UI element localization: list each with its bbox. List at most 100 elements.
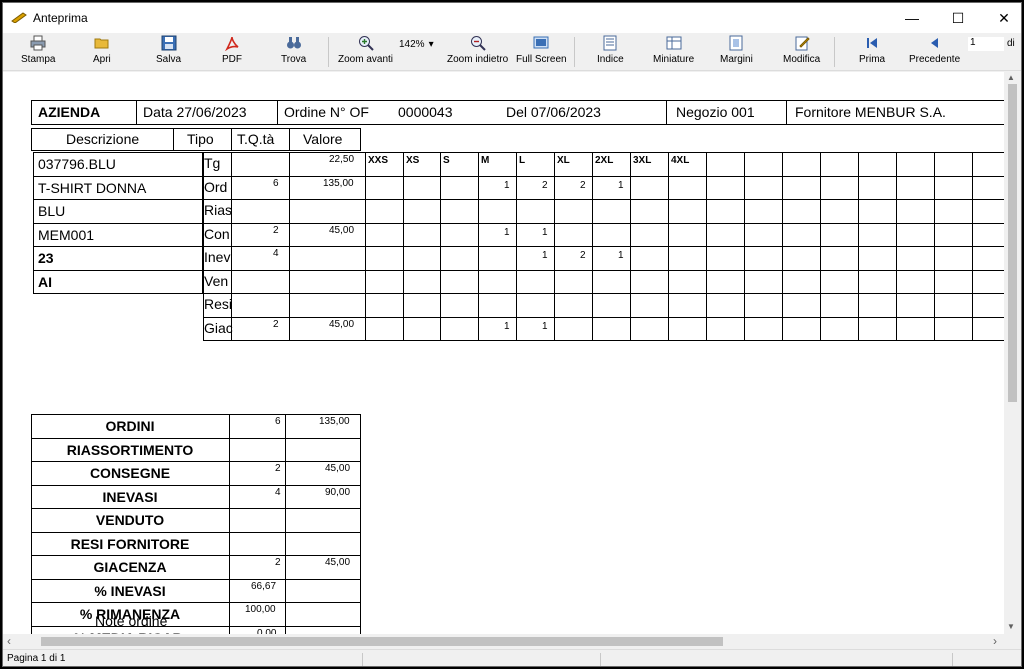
pdf-label: PDF [222,54,242,65]
row-type: Ord [204,178,228,195]
full-screen-button[interactable]: Full Screen [516,35,567,69]
title-bar: Anteprima — ☐ ✕ [3,3,1021,33]
row-quantity: 2 [273,224,279,236]
vertical-scroll-thumb[interactable] [1008,84,1017,402]
toolbar-separator [574,37,575,67]
edit-button[interactable]: Modifica [783,35,820,69]
order-date: Data 27/06/2023 [143,104,247,120]
row-value: 45,00 [329,318,355,330]
scroll-right-icon[interactable]: › [993,634,997,648]
header-divider [786,100,787,125]
grid-col-line [820,152,821,340]
grid-row-line [203,199,1005,200]
print-button[interactable]: Stampa [21,35,55,69]
summary-label: RESI FORNITORE [70,535,190,552]
full-screen-icon [533,36,549,49]
save-label: Salva [156,54,182,65]
grid-col-line [403,152,404,340]
pdf-button[interactable]: PDF [222,35,242,69]
print-label: Stampa [21,54,56,65]
size-heading: 4XL [671,155,690,166]
open-button[interactable]: Apri [93,35,111,69]
open-label: Apri [93,54,111,65]
minimize-button[interactable]: — [889,3,935,33]
grid-col-line [478,152,479,340]
grid-row-line [203,269,1005,271]
article-line: AI [38,273,52,290]
grid-row-line [203,152,1005,153]
edit-label: Modifica [783,54,821,65]
zoom-value: 142% [399,39,425,50]
grid-col-line [744,152,745,340]
summary-row-line [31,625,361,627]
horizontal-scrollbar[interactable]: ‹ › [3,634,1005,649]
first-page-button[interactable]: Prima [859,35,885,69]
grid-col-line [592,152,593,340]
previous-page-button[interactable]: Precedente [909,35,960,69]
grid-col-line [440,152,441,340]
column-header-divider [289,128,290,151]
page-of-label: di [1007,38,1015,49]
index-button[interactable]: Indice [597,35,624,69]
horizontal-scroll-thumb[interactable] [41,637,723,646]
summary-quantity: 6 [275,416,281,427]
vertical-scrollbar[interactable]: ▲ ▼ [1004,72,1021,634]
summary-row-line [31,484,361,486]
scroll-left-icon[interactable]: ‹ [7,634,11,648]
summary-row-line [31,578,361,580]
status-pane [601,653,953,666]
row-quantity: 6 [273,177,279,189]
grid-col-line [516,152,517,340]
row-type: Giac [204,319,233,336]
summary-quantity: 4 [275,486,281,498]
size-quantity-cell: 1 [618,250,624,261]
preview-window: Anteprima — ☐ ✕ Stampa Apri Salva PDF Tr… [2,2,1022,667]
status-bar: Pagina 1 di 1 [3,649,1021,666]
summary-row-line [31,602,361,603]
thumbnails-button[interactable]: Miniature [653,35,694,69]
summary-quantity: 66,67 [251,580,277,592]
row-quantity: 4 [273,248,279,259]
find-button[interactable]: Trova [281,35,306,69]
margins-icon [729,35,743,51]
edit-icon [795,36,810,51]
zoom-in-button[interactable]: Zoom avanti [338,35,393,69]
row-value: 45,00 [329,224,355,236]
zoom-select[interactable]: 142% ▾ [399,39,434,50]
size-heading: XL [557,155,570,166]
size-heading: 3XL [633,155,652,166]
summary-label: CONSEGNE [89,465,171,481]
article-line-divider [33,175,203,177]
margins-label: Margini [720,54,753,65]
article-line: 037796.BLU [38,156,116,172]
page-number-input[interactable]: 1 [968,37,1004,51]
thumbnails-label: Miniature [653,54,695,65]
maximize-button[interactable]: ☐ [935,3,981,33]
size-quantity-cell: 1 [504,179,510,191]
supplier: Fornitore MENBUR S.A. [795,104,946,120]
grid-col-line [972,152,973,340]
scroll-up-icon[interactable]: ▲ [1007,73,1015,82]
row-type: Rias [204,202,233,218]
close-button[interactable]: ✕ [981,3,1021,33]
chevron-down-icon: ▾ [428,39,434,50]
grid-row-line [203,316,1005,318]
preview-canvas[interactable]: AZIENDA Data 27/06/2023 Ordine N° OF 000004… [3,72,1005,634]
previous-page-label: Precedente [909,54,961,65]
size-heading: S [443,155,450,166]
margins-button[interactable]: Margini [720,35,753,69]
zoom-out-label: Zoom indietro [447,54,509,65]
order-notes-label: Note ordine [95,613,168,629]
column-header-divider [173,128,174,151]
size-quantity-cell: 2 [580,250,586,261]
grid-col-line [554,152,555,340]
pdf-icon [225,36,239,51]
row-type: Inev [204,249,231,265]
save-button[interactable]: Salva [156,35,181,69]
size-heading: XS [406,155,420,166]
grid-col-line [630,152,631,340]
zoom-out-button[interactable]: Zoom indietro [447,35,508,69]
scroll-down-icon[interactable]: ▼ [1007,622,1015,631]
summary-row-line [31,461,361,462]
status-pane [363,653,601,666]
